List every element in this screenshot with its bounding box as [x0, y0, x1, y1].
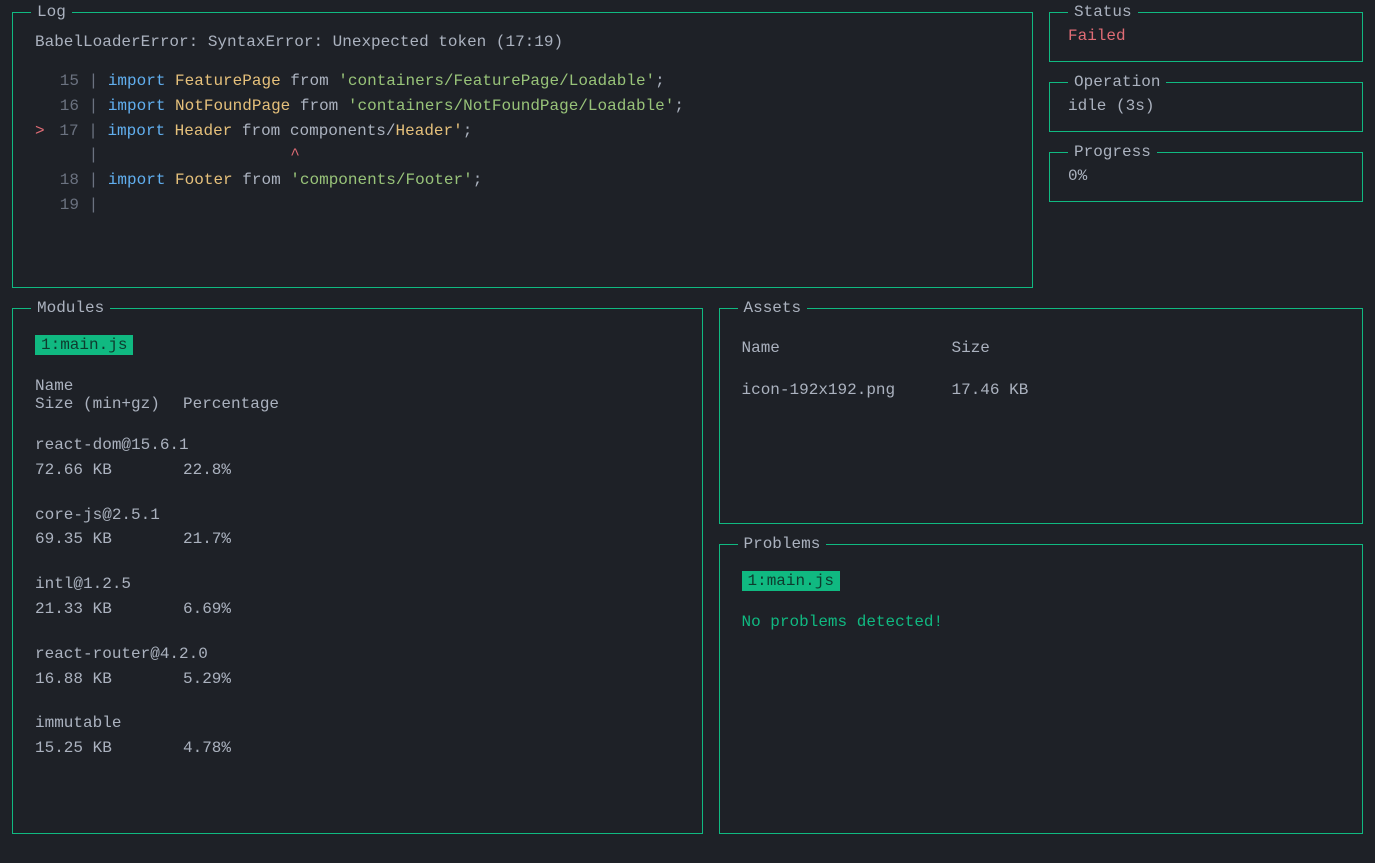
modules-header-name: Name [35, 377, 680, 395]
status-title: Status [1068, 3, 1138, 21]
module-pct: 21.7% [183, 530, 231, 548]
log-panel: Log BabelLoaderError: SyntaxError: Unexp… [12, 12, 1033, 288]
log-error-message: BabelLoaderError: SyntaxError: Unexpecte… [35, 33, 1010, 51]
operation-panel: Operation idle (3s) [1049, 82, 1363, 132]
assets-title: Assets [738, 299, 808, 317]
code-line: 18 | import Footer from 'components/Foot… [35, 168, 1010, 193]
problems-panel: Problems 1:main.js No problems detected! [719, 544, 1364, 834]
module-name: react-dom@15.6.1 [35, 433, 680, 458]
module-row: react-dom@15.6.1 72.66 KB22.8% [35, 433, 680, 483]
progress-value: 0% [1068, 167, 1344, 185]
module-name: intl@1.2.5 [35, 572, 680, 597]
module-size: 15.25 KB [35, 736, 183, 761]
problems-title: Problems [738, 535, 827, 553]
code-line: 15 | import FeaturePage from 'containers… [35, 69, 1010, 94]
module-row: core-js@2.5.1 69.35 KB21.7% [35, 503, 680, 553]
module-name: core-js@2.5.1 [35, 503, 680, 528]
problems-message: No problems detected! [742, 613, 1341, 631]
operation-value: idle (3s) [1068, 97, 1344, 115]
module-name: immutable [35, 711, 680, 736]
status-panel: Status Failed [1049, 12, 1363, 62]
module-pct: 4.78% [183, 739, 231, 757]
progress-panel: Progress 0% [1049, 152, 1363, 202]
assets-header: NameSize [742, 339, 1341, 357]
module-size: 16.88 KB [35, 667, 183, 692]
asset-size: 17.46 KB [952, 381, 1029, 399]
log-code: 15 | import FeaturePage from 'containers… [35, 69, 1010, 218]
modules-header-size: Size (min+gz) [35, 395, 183, 413]
progress-title: Progress [1068, 143, 1157, 161]
modules-header-pct: Percentage [183, 395, 279, 413]
module-row: immutable 15.25 KB4.78% [35, 711, 680, 761]
module-row: react-router@4.2.0 16.88 KB5.29% [35, 642, 680, 692]
code-caret-line: | ^ [35, 143, 1010, 168]
code-line-error: >17 | import Header from components/Head… [35, 119, 1010, 144]
log-title: Log [31, 3, 72, 21]
assets-header-size: Size [952, 339, 990, 357]
code-line: 16 | import NotFoundPage from 'container… [35, 94, 1010, 119]
module-size: 21.33 KB [35, 597, 183, 622]
module-pct: 6.69% [183, 600, 231, 618]
problems-tab[interactable]: 1:main.js [742, 571, 840, 591]
module-name: react-router@4.2.0 [35, 642, 680, 667]
module-size: 69.35 KB [35, 527, 183, 552]
operation-title: Operation [1068, 73, 1166, 91]
module-size: 72.66 KB [35, 458, 183, 483]
code-line: 19 | [35, 193, 1010, 218]
assets-header-name: Name [742, 339, 952, 357]
assets-panel: Assets NameSize icon-192x192.png17.46 KB [719, 308, 1364, 524]
modules-panel: Modules 1:main.js Name Size (min+gz)Perc… [12, 308, 703, 834]
status-value: Failed [1068, 27, 1344, 45]
module-pct: 5.29% [183, 670, 231, 688]
module-row: intl@1.2.5 21.33 KB6.69% [35, 572, 680, 622]
asset-name: icon-192x192.png [742, 381, 952, 399]
modules-tab[interactable]: 1:main.js [35, 335, 133, 355]
modules-header: Name Size (min+gz)Percentage [35, 377, 680, 413]
asset-row: icon-192x192.png17.46 KB [742, 381, 1341, 399]
module-pct: 22.8% [183, 461, 231, 479]
modules-title: Modules [31, 299, 110, 317]
